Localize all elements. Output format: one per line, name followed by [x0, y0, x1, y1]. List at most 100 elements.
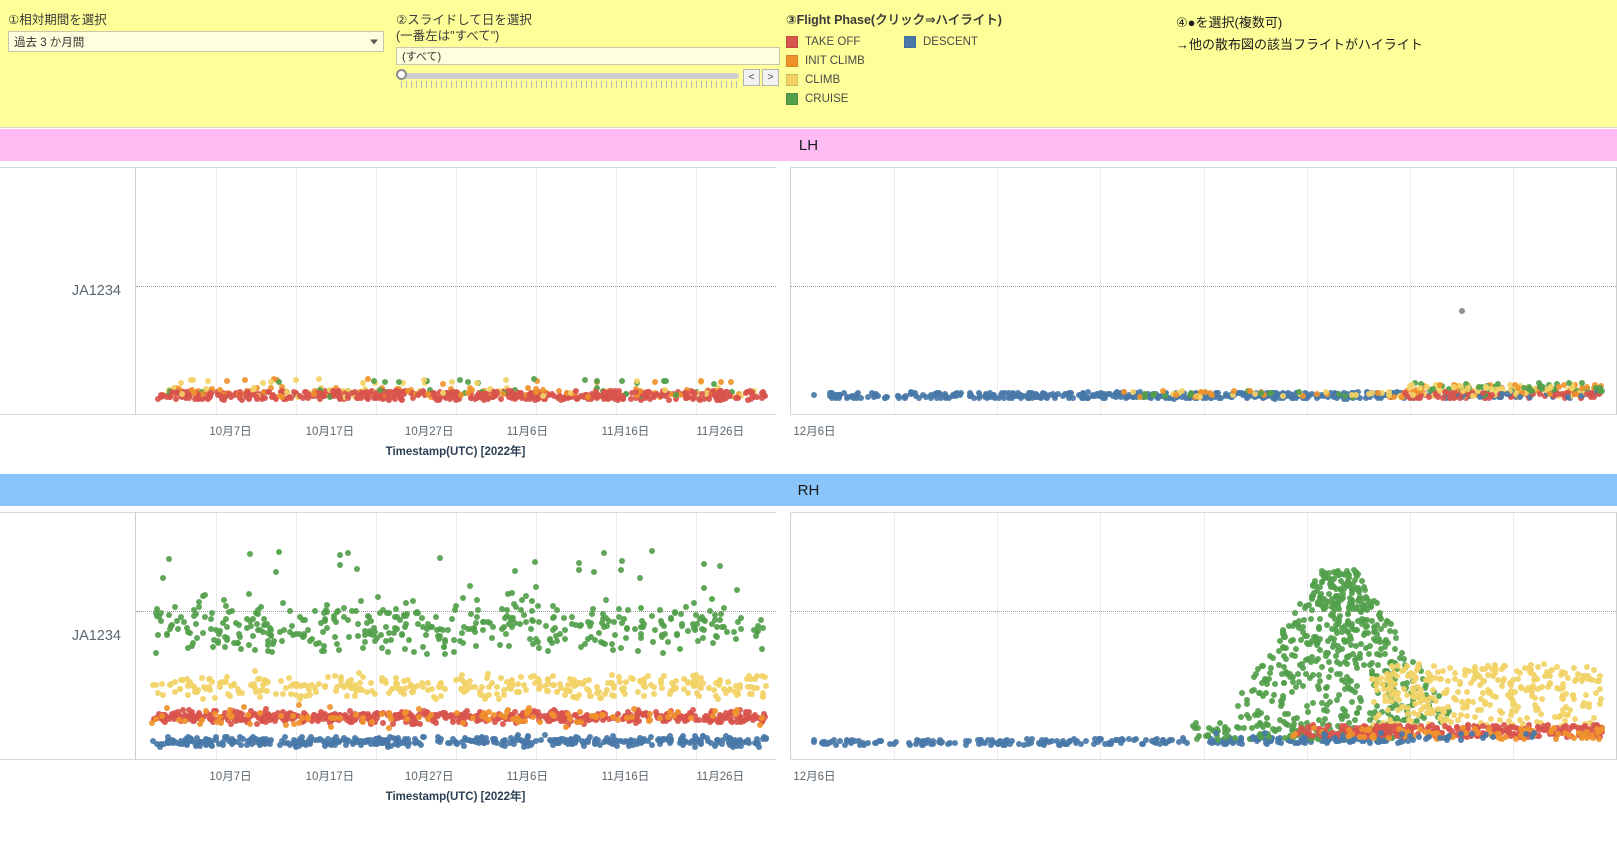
- scatter-point[interactable]: [1193, 719, 1200, 726]
- scatter-point[interactable]: [363, 620, 370, 627]
- scatter-point[interactable]: [1476, 682, 1483, 688]
- day-slider-prev-button[interactable]: <: [743, 69, 760, 86]
- scatter-point[interactable]: [438, 693, 445, 700]
- scatter-point[interactable]: [1469, 392, 1476, 399]
- scatter-point[interactable]: [1304, 703, 1311, 710]
- scatter-point[interactable]: [424, 651, 431, 658]
- scatter-point[interactable]: [1471, 713, 1478, 720]
- scatter-point[interactable]: [202, 592, 209, 598]
- scatter-point[interactable]: [166, 612, 173, 619]
- scatter-point[interactable]: [734, 690, 741, 697]
- scatter-point[interactable]: [480, 709, 487, 716]
- scatter-point[interactable]: [1030, 391, 1037, 398]
- scatter-point[interactable]: [760, 692, 767, 699]
- scatter-point[interactable]: [1232, 734, 1239, 741]
- scatter-point[interactable]: [238, 741, 245, 748]
- scatter-point[interactable]: [1426, 394, 1433, 401]
- scatter-point[interactable]: [641, 693, 648, 700]
- scatter-point[interactable]: [168, 681, 175, 688]
- scatter-point[interactable]: [1382, 622, 1389, 629]
- scatter-point[interactable]: [673, 685, 680, 692]
- scatter-point[interactable]: [1513, 668, 1520, 675]
- scatter-point[interactable]: [610, 684, 617, 691]
- scatter-point[interactable]: [1477, 695, 1484, 702]
- scatter-point[interactable]: [1382, 650, 1389, 657]
- scatter-point[interactable]: [402, 599, 409, 606]
- scatter-point[interactable]: [1323, 388, 1330, 395]
- scatter-point[interactable]: [510, 715, 517, 722]
- scatter-point[interactable]: [1320, 574, 1327, 581]
- scatter-point[interactable]: [287, 394, 294, 401]
- scatter-point[interactable]: [242, 377, 249, 384]
- scatter-point[interactable]: [680, 675, 687, 682]
- scatter-point[interactable]: [254, 627, 261, 634]
- scatter-point[interactable]: [431, 389, 438, 396]
- scatter-point[interactable]: [1391, 680, 1398, 687]
- scatter-point[interactable]: [1373, 599, 1380, 606]
- scatter-point[interactable]: [253, 393, 260, 400]
- scatter-point[interactable]: [273, 691, 280, 698]
- legend-item-climb[interactable]: CLIMB: [786, 73, 904, 86]
- scatter-point[interactable]: [673, 631, 680, 638]
- scatter-point[interactable]: [277, 713, 284, 720]
- scatter-point[interactable]: [504, 606, 511, 613]
- scatter-point[interactable]: [1582, 691, 1589, 698]
- scatter-point[interactable]: [292, 691, 299, 698]
- scatter-point[interactable]: [473, 642, 480, 649]
- scatter-point[interactable]: [380, 395, 387, 402]
- scatter-point[interactable]: [1328, 625, 1335, 632]
- scatter-point[interactable]: [200, 630, 207, 637]
- scatter-point[interactable]: [1456, 680, 1463, 687]
- scatter-point[interactable]: [1563, 711, 1570, 718]
- scatter-point[interactable]: [1391, 645, 1398, 652]
- scatter-point[interactable]: [700, 585, 707, 592]
- scatter-point[interactable]: [378, 645, 385, 652]
- scatter-point[interactable]: [708, 595, 715, 602]
- scatter-point[interactable]: [320, 642, 327, 649]
- scatter-point[interactable]: [221, 644, 228, 651]
- scatter-point[interactable]: [1304, 639, 1311, 646]
- scatter-point[interactable]: [156, 743, 163, 750]
- scatter-point[interactable]: [1280, 633, 1287, 640]
- scatter-point[interactable]: [483, 693, 490, 700]
- scatter-point[interactable]: [368, 680, 375, 687]
- scatter-point[interactable]: [1538, 695, 1545, 702]
- scatter-point[interactable]: [762, 683, 769, 690]
- scatter-point[interactable]: [700, 396, 707, 403]
- scatter-point[interactable]: [187, 629, 194, 636]
- scatter-point[interactable]: [405, 636, 412, 643]
- scatter-point[interactable]: [1393, 673, 1400, 680]
- scatter-point[interactable]: [282, 739, 289, 746]
- scatter-point[interactable]: [312, 640, 319, 647]
- scatter-point[interactable]: [355, 669, 362, 676]
- scatter-point[interactable]: [392, 605, 399, 612]
- scatter-point[interactable]: [1361, 587, 1368, 594]
- scatter-point[interactable]: [417, 742, 424, 749]
- scatter-point[interactable]: [177, 685, 184, 692]
- scatter-point[interactable]: [1364, 629, 1371, 636]
- scatter-point[interactable]: [286, 629, 293, 636]
- scatter-point[interactable]: [310, 390, 317, 397]
- scatter-point[interactable]: [665, 639, 672, 646]
- scatter-point[interactable]: [1384, 706, 1391, 713]
- scatter-point[interactable]: [359, 644, 366, 651]
- scatter-point[interactable]: [415, 705, 422, 712]
- scatter-point[interactable]: [608, 640, 615, 647]
- scatter-point[interactable]: [1322, 650, 1329, 657]
- scatter-point[interactable]: [690, 599, 697, 606]
- scatter-point[interactable]: [358, 389, 365, 396]
- scatter-point[interactable]: [251, 667, 258, 674]
- scatter-point[interactable]: [1384, 670, 1391, 677]
- scatter-point[interactable]: [1328, 666, 1335, 673]
- scatter-point[interactable]: [724, 679, 731, 686]
- scatter-point[interactable]: [1253, 722, 1260, 729]
- scatter-point[interactable]: [184, 645, 191, 652]
- scatter-point[interactable]: [828, 738, 835, 745]
- scatter-point[interactable]: [415, 620, 422, 627]
- scatter-point[interactable]: [1083, 737, 1090, 744]
- scatter-point[interactable]: [1271, 691, 1278, 698]
- scatter-point[interactable]: [611, 388, 618, 395]
- scatter-point[interactable]: [1474, 706, 1481, 713]
- scatter-point[interactable]: [1292, 610, 1299, 617]
- scatter-point[interactable]: [1399, 649, 1406, 656]
